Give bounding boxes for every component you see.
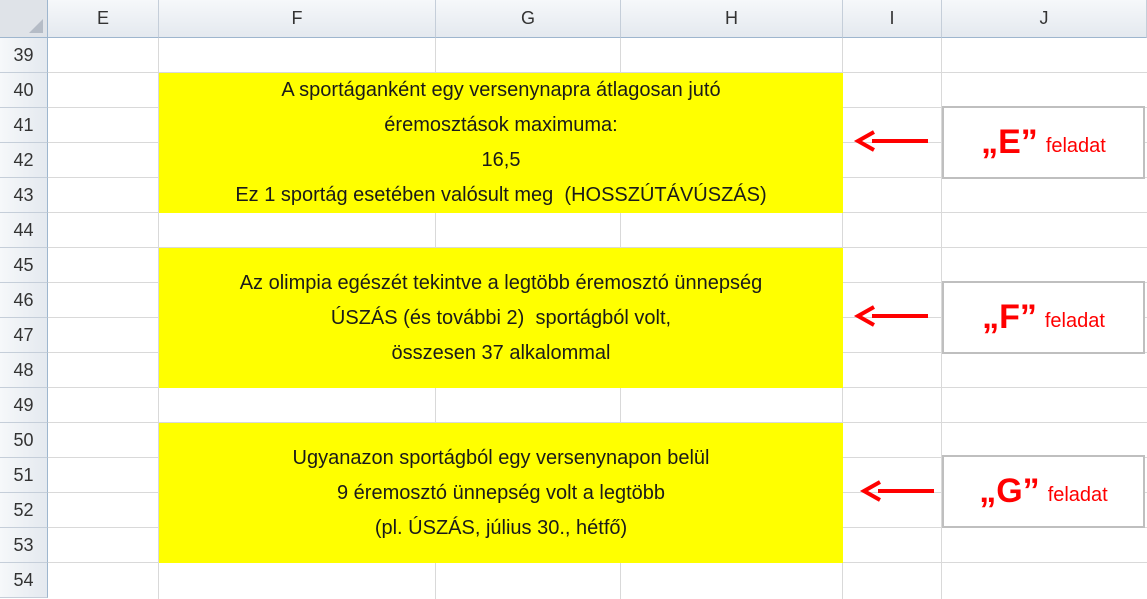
row-header-48[interactable]: 48 [0, 353, 48, 388]
row-header-49[interactable]: 49 [0, 388, 48, 423]
task-word: feladat [1045, 135, 1106, 157]
column-header-h[interactable]: H [621, 0, 843, 38]
select-all-button[interactable] [0, 0, 48, 38]
task-letter: „E” [981, 123, 1038, 161]
result-box-g[interactable]: Ugyanazon sportágból egy versenynapon be… [159, 423, 843, 563]
row-header-43[interactable]: 43 [0, 178, 48, 213]
select-all-icon [29, 19, 43, 33]
task-label-g[interactable]: „G” feladat [942, 455, 1145, 528]
task-label-e[interactable]: „E” feladat [942, 106, 1145, 179]
result-value: 16,5 [481, 149, 521, 171]
row-header-53[interactable]: 53 [0, 528, 48, 563]
arrow-left-icon [859, 480, 934, 502]
result-line: Ugyanazon sportágból egy versenynapon be… [292, 446, 710, 469]
column-header-j[interactable]: J [942, 0, 1147, 38]
row-header-41[interactable]: 41 [0, 108, 48, 143]
row-header-52[interactable]: 52 [0, 493, 48, 528]
row-header-39[interactable]: 39 [0, 38, 48, 73]
arrow-left-icon [853, 305, 928, 327]
column-header-f[interactable]: F [159, 0, 436, 38]
row-header-45[interactable]: 45 [0, 248, 48, 283]
result-line: (pl. ÚSZÁS, július 30., hétfő) [374, 516, 628, 539]
column-header-g[interactable]: G [436, 0, 621, 38]
task-letter: „G” [979, 472, 1040, 510]
spreadsheet-grid: E F G H I J 39 40 41 42 43 44 45 46 47 4… [0, 0, 1147, 599]
row-header-54[interactable]: 54 [0, 563, 48, 598]
result-line: Ez 1 sportág esetében valósult meg (HOSS… [235, 184, 767, 206]
result-line: éremosztások maximuma: [384, 114, 618, 136]
row-header-44[interactable]: 44 [0, 213, 48, 248]
task-word: feladat [1044, 310, 1105, 332]
row-header-46[interactable]: 46 [0, 283, 48, 318]
result-line: ÚSZÁS (és további 2) sportágból volt, [330, 306, 672, 329]
row-header-51[interactable]: 51 [0, 458, 48, 493]
arrow-left-icon [853, 130, 928, 152]
row-header-40[interactable]: 40 [0, 73, 48, 108]
task-word: feladat [1047, 484, 1108, 506]
column-header-i[interactable]: I [843, 0, 942, 38]
row-header-42[interactable]: 42 [0, 143, 48, 178]
result-line: összesen 37 alkalommal [391, 341, 611, 364]
row-header-47[interactable]: 47 [0, 318, 48, 353]
task-label-f[interactable]: „F” feladat [942, 281, 1145, 354]
result-box-e[interactable]: A sportáganként egy versenynapra átlagos… [159, 73, 843, 213]
result-line: Az olimpia egészét tekintve a legtöbb ér… [239, 271, 763, 294]
row-header-50[interactable]: 50 [0, 423, 48, 458]
result-line: 9 éremosztó ünnepség volt a legtöbb [337, 481, 665, 504]
result-line: A sportáganként egy versenynapra átlagos… [281, 79, 721, 101]
result-box-f[interactable]: Az olimpia egészét tekintve a legtöbb ér… [159, 248, 843, 388]
task-letter: „F” [982, 298, 1037, 336]
column-header-e[interactable]: E [48, 0, 159, 38]
